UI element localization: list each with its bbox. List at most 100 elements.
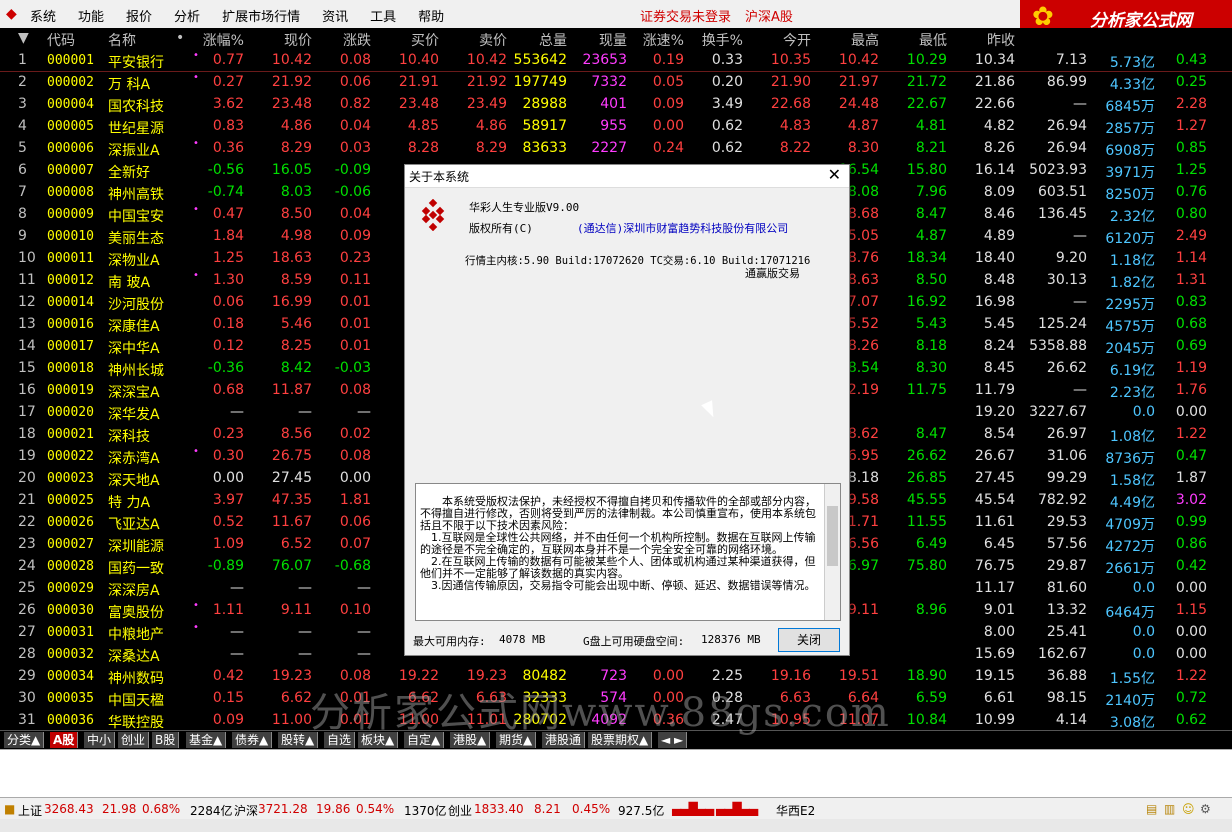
cell-p2: 3971万: [1105, 165, 1155, 181]
cell-zf: 1.25: [212, 250, 244, 266]
column-header[interactable]: 最高: [851, 30, 879, 50]
cell-zf: —: [230, 580, 244, 596]
cell-mc: 10.42: [466, 52, 507, 68]
cell-i: 27: [18, 624, 36, 640]
table-row[interactable]: 5 000006 深振业A • 0.36 8.29 0.03 8.28 8.29 83633 222…: [0, 138, 1232, 160]
cell-hs: 0.33: [711, 52, 743, 68]
cell-p2: 1.82亿: [1109, 275, 1155, 291]
cell-dot: •: [193, 204, 199, 215]
cell-jk: 21.90: [770, 74, 811, 90]
menu-item[interactable]: 帮助: [418, 6, 444, 25]
cell-zs2: 8.24: [983, 338, 1015, 354]
cell-p3: 3.02: [1175, 492, 1207, 508]
cell-zf: 0.00: [212, 470, 244, 486]
license-textbox[interactable]: 本系统受版权法保护，未经授权不得擅自拷贝和传播软件的全部或部分内容，不得擅自进行…: [415, 483, 841, 621]
cell-dot: •: [193, 138, 199, 149]
column-header[interactable]: 昨收: [987, 30, 1015, 50]
notebook-icon[interactable]: ▥: [1164, 802, 1175, 816]
message-icon[interactable]: ▤: [1146, 802, 1157, 816]
market-tab[interactable]: 分类▲: [4, 732, 45, 748]
hs-change: 19.86: [316, 802, 351, 816]
cell-p1: 86.99: [1046, 74, 1087, 90]
cell-name: 中国天楹: [108, 693, 164, 709]
cell-p1: 7.13: [1055, 52, 1087, 68]
cell-xj: —: [298, 646, 312, 662]
window-bottom-edge: [0, 819, 1232, 832]
cell-jk: 8.22: [779, 140, 811, 156]
cell-p3: 0.00: [1175, 646, 1207, 662]
table-row[interactable]: 3 000004 国农科技 3.62 23.48 0.82 23.48 23.49 28988 4…: [0, 94, 1232, 116]
cell-p3: 1.19: [1175, 360, 1207, 376]
close-icon[interactable]: ✕: [828, 165, 841, 184]
cell-p2: 4272万: [1105, 539, 1155, 555]
menu-item[interactable]: 分析: [174, 6, 200, 25]
cell-zd: 0.08: [339, 448, 371, 464]
cell-zdl: 8.96: [915, 602, 947, 618]
menu-item[interactable]: 报价: [126, 6, 152, 25]
column-header[interactable]: 换手%: [702, 30, 743, 50]
cell-zg: 5.52: [847, 316, 879, 332]
cell-p2: 5.73亿: [1109, 55, 1155, 71]
cell-xj: 16.99: [271, 294, 312, 310]
cell-zdl: 8.21: [915, 140, 947, 156]
column-header[interactable]: 最低: [919, 30, 947, 50]
cell-code: 000029: [47, 581, 94, 596]
column-header[interactable]: 涨幅%: [203, 30, 244, 50]
smiley-icon[interactable]: ☺: [1182, 802, 1195, 816]
sh-percent: 0.68%: [142, 802, 181, 816]
cell-zdl: 8.30: [915, 360, 947, 376]
status-link[interactable]: 证券交易未登录: [640, 10, 731, 25]
cell-i: 16: [18, 382, 36, 398]
market-tab[interactable]: B股: [152, 732, 180, 748]
license-scrollbar[interactable]: [824, 484, 840, 620]
column-header[interactable]: 现量: [599, 30, 627, 50]
cell-p1: 57.56: [1046, 536, 1087, 552]
column-header[interactable]: •: [176, 30, 184, 46]
scroll-thumb[interactable]: [827, 506, 838, 566]
column-header[interactable]: 总量: [539, 30, 567, 50]
company-link[interactable]: (通达信)深圳市财富趋势科技股份有限公司: [577, 220, 788, 236]
cell-xj: 76.07: [271, 558, 312, 574]
column-header[interactable]: 涨跌: [343, 30, 371, 50]
cell-p1: 136.45: [1038, 206, 1087, 222]
column-header[interactable]: 买价: [411, 30, 439, 50]
cell-zdl: 4.81: [915, 118, 947, 134]
settings-icon[interactable]: ⚙: [1200, 802, 1211, 816]
cell-p2: 6845万: [1105, 99, 1155, 115]
sort-arrow-icon[interactable]: ▼: [18, 30, 29, 46]
cell-name: 万 科A: [108, 77, 151, 93]
table-row[interactable]: 2 000002 万 科A • 0.27 21.92 0.06 21.91 21.92 19774…: [0, 72, 1232, 94]
menu-item[interactable]: 扩展市场行情: [222, 6, 300, 25]
cell-name: 特 力A: [108, 495, 151, 511]
table-row[interactable]: 4 000005 世纪星源 0.83 4.86 0.04 4.85 4.86 58917 955 0…: [0, 116, 1232, 138]
cell-mj: 8.28: [407, 140, 439, 156]
column-header[interactable]: 卖价: [479, 30, 507, 50]
column-header[interactable]: 现价: [284, 30, 312, 50]
column-header[interactable]: 涨速%: [643, 30, 684, 50]
cell-zs2: 8.26: [983, 140, 1015, 156]
server-name[interactable]: 华西E2: [776, 802, 815, 819]
cell-zl: 197749: [513, 74, 567, 90]
cell-zdl: 10.29: [906, 52, 947, 68]
column-header[interactable]: 代码: [47, 30, 75, 50]
menu-item[interactable]: 系统: [30, 6, 56, 25]
column-header[interactable]: 名称: [108, 30, 136, 50]
close-button[interactable]: 关闭: [778, 628, 840, 652]
menu-item[interactable]: 资讯: [322, 6, 348, 25]
cell-p3: 1.87: [1175, 470, 1207, 486]
table-row[interactable]: 1 000001 平安银行 • 0.77 10.42 0.08 10.40 10.42 55364…: [0, 50, 1232, 72]
sh-amount: 2284亿: [190, 804, 233, 818]
market-tab[interactable]: 债券▲: [232, 732, 273, 748]
cell-code: 000001: [47, 53, 94, 68]
menu-item[interactable]: 功能: [78, 6, 104, 25]
cell-zd: —: [357, 580, 371, 596]
market-tab[interactable]: 创业: [118, 732, 150, 748]
status-link[interactable]: 沪深A股: [745, 10, 793, 25]
market-tab[interactable]: A股: [50, 732, 79, 748]
cell-p1: 162.67: [1038, 646, 1087, 662]
cell-code: 000036: [47, 713, 94, 728]
menu-item[interactable]: 工具: [370, 6, 396, 25]
column-header[interactable]: 今开: [783, 30, 811, 50]
market-tab[interactable]: 中小: [84, 732, 116, 748]
market-tab[interactable]: 基金▲: [186, 732, 227, 748]
